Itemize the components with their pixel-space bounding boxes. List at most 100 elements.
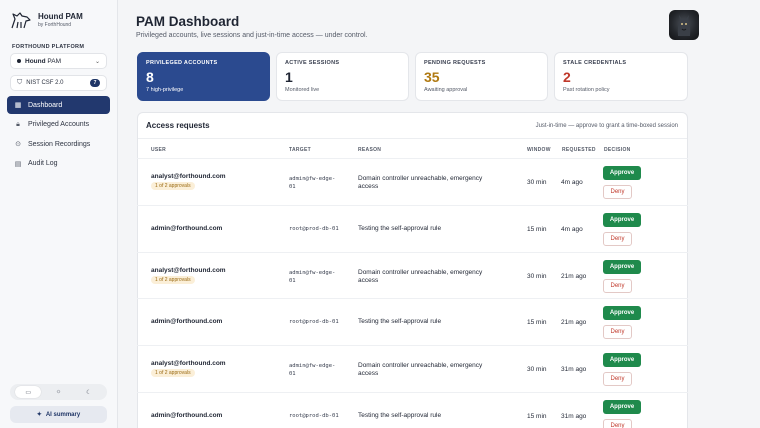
stat-value: 1 <box>285 69 293 85</box>
deny-button[interactable]: Deny <box>603 278 632 293</box>
target-cell: root@prod-db-01 <box>289 225 339 233</box>
stat-label: ACTIVE SESSIONS <box>285 60 340 66</box>
ai-summary-button[interactable]: ✦ AI summary <box>10 406 107 423</box>
target-text: admin@fw-edge- <box>289 269 336 276</box>
moon-icon[interactable]: ☾ <box>76 386 102 398</box>
product-dot-icon <box>17 59 21 63</box>
product-select[interactable]: Hound PAM ⌄ <box>10 53 107 69</box>
column-header-user: USER <box>151 147 167 153</box>
stat-value: 35 <box>424 69 440 85</box>
sun-icon[interactable]: ☼ <box>45 386 71 398</box>
stat-card-privileged-accounts[interactable]: PRIVILEGED ACCOUNTS 8 7 high-privilege <box>137 52 270 101</box>
approve-button[interactable]: Approve <box>603 212 641 227</box>
sidebar-item-session-recordings[interactable]: ⊙ Session Recordings <box>7 135 110 153</box>
stat-note: Past rotation policy <box>563 87 610 93</box>
stat-card-active-sessions[interactable]: ACTIVE SESSIONS 1 Monitored live <box>276 52 409 101</box>
deny-button[interactable]: Deny <box>603 185 632 199</box>
chevron-down-icon: ⌄ <box>94 58 100 65</box>
stat-label: PRIVILEGED ACCOUNTS <box>146 60 218 66</box>
window-cell: 15 min <box>527 319 547 327</box>
requested-cell: 21m ago <box>561 319 587 327</box>
approve-button[interactable]: Approve <box>603 306 641 321</box>
approvals-badge: 1 of 2 approvals <box>151 369 195 378</box>
window-cell: 15 min <box>527 225 547 233</box>
user-email: analyst@forthound.com 1 of 2 approvals <box>151 360 226 378</box>
approvals-badge: 1 of 2 approvals <box>151 275 195 284</box>
target-cell: admin@fw-edge- 01 <box>289 362 335 378</box>
lock-icon: 🔒︎ <box>16 120 20 128</box>
avatar[interactable] <box>669 10 699 40</box>
user-email: admin@forthound.com <box>151 318 222 325</box>
sidebar-item-label: Dashboard <box>28 101 63 109</box>
compliance-badge[interactable]: ⛉ NIST CSF 2.0 7 <box>10 75 107 91</box>
target-text: root@prod-db-01 <box>289 319 339 326</box>
sidebar-item-privileged-accounts[interactable]: 🔒︎ Privileged Accounts <box>7 116 110 134</box>
reason-cell: Domain controller unreachable, emergency… <box>358 268 483 284</box>
brand[interactable]: Hound PAM by ForthHound <box>10 10 83 30</box>
reason-cell: Domain controller unreachable, emergency… <box>358 175 483 190</box>
deny-button[interactable]: Deny <box>603 372 632 387</box>
user-email-text: analyst@forthound.com <box>151 360 226 368</box>
panel-hint: Just-in-time — approve to grant a time-b… <box>535 123 678 129</box>
deny-button[interactable]: Deny <box>603 231 632 246</box>
requested-cell: 4m ago <box>561 179 583 186</box>
brand-subtitle: by ForthHound <box>38 22 72 28</box>
reason-cell: Testing the self-approval rule <box>358 224 442 232</box>
sidebar-item-label: Session Recordings <box>28 140 91 148</box>
reason-cell: Testing the self-approval rule <box>358 318 442 326</box>
table-row: admin@forthound.com root@prod-db-01 Testin… <box>137 204 688 252</box>
shield-icon: ⛉ <box>17 79 23 86</box>
table-row: analyst@forthound.com 1 of 2 approvals adm… <box>137 345 688 392</box>
reason-cell: Testing the self-approval rule <box>358 412 442 419</box>
target-text: root@prod-db-01 <box>289 413 339 419</box>
target-text-cont: 01 <box>289 184 296 190</box>
brand-title: Hound PAM <box>38 12 83 21</box>
monitor-icon[interactable]: ▭ <box>15 386 42 398</box>
table-row: analyst@forthound.com 1 of 2 approvals adm… <box>137 158 688 205</box>
column-header-window: WINDOW <box>527 147 551 153</box>
approve-button[interactable]: Approve <box>603 400 641 414</box>
stat-label: PENDING REQUESTS <box>424 60 486 66</box>
user-email: admin@forthound.com <box>151 412 222 419</box>
hound-avatar-icon <box>677 15 691 36</box>
approve-button[interactable]: Approve <box>603 166 641 180</box>
sidebar-nav: ▦ Dashboard 🔒︎ Privileged Accounts ⊙ Ses… <box>7 96 110 174</box>
deny-button[interactable]: Deny <box>603 419 632 428</box>
user-email: analyst@forthound.com 1 of 2 approvals <box>151 267 226 284</box>
stat-note: Awaiting approval <box>424 87 468 93</box>
target-cell: admin@fw-edge- 01 <box>289 175 335 191</box>
approve-button[interactable]: Approve <box>603 353 641 368</box>
compliance-count: 7 <box>90 79 100 87</box>
window-cell: 15 min <box>527 413 547 420</box>
stat-card-stale-credentials[interactable]: STALE CREDENTIALS 2 Past rotation policy <box>554 52 688 101</box>
table-row: analyst@forthound.com 1 of 2 approvals adm… <box>137 251 688 299</box>
ai-summary-label: AI summary <box>45 411 81 418</box>
target-cell: root@prod-db-01 <box>289 318 339 326</box>
approvals-badge: 1 of 2 approvals <box>151 182 195 190</box>
page-subtitle: Privileged accounts, live sessions and j… <box>136 32 368 39</box>
target-text: root@prod-db-01 <box>289 225 339 232</box>
stat-card-pending-requests[interactable]: PENDING REQUESTS 35 Awaiting approval <box>415 52 548 101</box>
approve-button[interactable]: Approve <box>603 259 641 274</box>
user-email-text: admin@forthound.com <box>151 318 223 326</box>
target-text-cont: 01 <box>289 371 296 378</box>
stat-value: 8 <box>146 69 154 85</box>
sidebar: Hound PAM by ForthHound FORTHOUND PLATFO… <box>0 0 118 428</box>
user-email: analyst@forthound.com 1 of 2 approvals <box>151 173 226 190</box>
panel-divider <box>138 138 687 139</box>
user-email-text: analyst@forthound.com <box>151 266 226 274</box>
window-cell: 30 min <box>527 272 547 280</box>
user-email-text: analyst@forthound.com <box>151 173 226 180</box>
requested-cell: 31m ago <box>561 366 587 374</box>
target-cell: admin@fw-edge- 01 <box>289 269 335 285</box>
user-email-text: admin@forthound.com <box>151 224 223 232</box>
sidebar-item-dashboard[interactable]: ▦ Dashboard <box>7 96 110 114</box>
sidebar-item-label: Privileged Accounts <box>28 121 90 128</box>
column-header-target: TARGET <box>289 147 311 153</box>
deny-button[interactable]: Deny <box>603 325 632 340</box>
section-label: FORTHOUND PLATFORM <box>12 44 85 50</box>
sidebar-item-audit-log[interactable]: ▤ Audit Log <box>7 155 110 173</box>
table-row: admin@forthound.com root@prod-db-01 Testin… <box>137 392 688 428</box>
requested-cell: 31m ago <box>561 413 587 420</box>
reason-cell: Domain controller unreachable, emergency… <box>358 362 483 378</box>
